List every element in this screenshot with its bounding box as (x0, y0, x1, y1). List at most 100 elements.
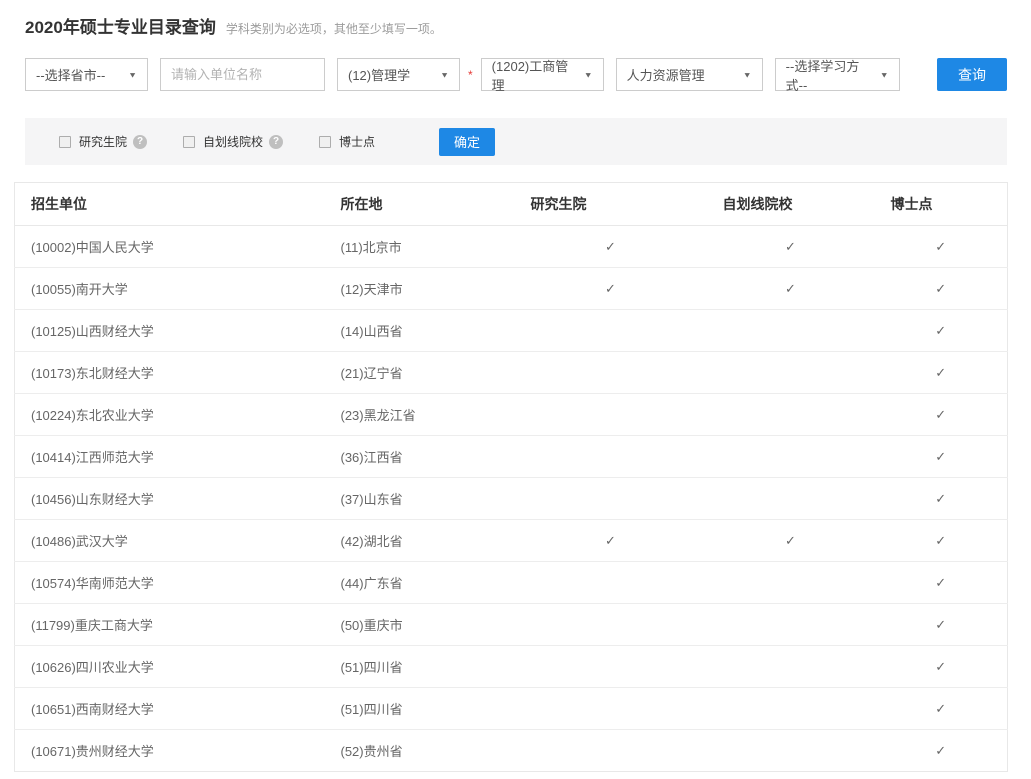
checkbox-doctoral[interactable]: 博士点 (319, 133, 381, 150)
checkbox-self-line[interactable]: 自划线院校 ? (183, 133, 283, 150)
self-line-empty-cell (707, 478, 875, 520)
table-row: (10651)西南财经大学(51)四川省 ✓ (15, 688, 1008, 730)
column-header-location: 所在地 (325, 183, 515, 226)
doctoral-check-icon: ✓ (875, 268, 1008, 310)
graduate-school-check-icon: ✓ (515, 226, 707, 268)
location-cell: (44)广东省 (325, 562, 515, 604)
graduate-school-empty-cell (515, 688, 707, 730)
discipline-select-value: (1202)工商管理 (492, 56, 578, 94)
location-cell: (11)北京市 (325, 226, 515, 268)
search-button[interactable]: 查询 (937, 58, 1007, 91)
unit-cell: (10224)东北农业大学 (15, 394, 325, 436)
checkbox-label: 研究生院 (79, 133, 127, 150)
location-cell: (51)四川省 (325, 646, 515, 688)
graduate-school-check-icon: ✓ (515, 520, 707, 562)
location-cell: (12)天津市 (325, 268, 515, 310)
location-cell: (37)山东省 (325, 478, 515, 520)
table-header-row: 招生单位 所在地 研究生院 自划线院校 博士点 (15, 183, 1008, 226)
unit-name-input[interactable] (160, 58, 325, 91)
major-select-value: 人力资源管理 (627, 65, 705, 84)
location-cell: (52)贵州省 (325, 730, 515, 772)
graduate-school-empty-cell (515, 478, 707, 520)
self-line-empty-cell (707, 604, 875, 646)
doctoral-check-icon: ✓ (875, 394, 1008, 436)
unit-cell: (11799)重庆工商大学 (15, 604, 325, 646)
study-mode-select-value: --选择学习方式-- (786, 56, 874, 94)
discipline-select[interactable]: (1202)工商管理 ▼ (481, 58, 604, 91)
doctoral-check-icon: ✓ (875, 688, 1008, 730)
results-table: 招生单位 所在地 研究生院 自划线院校 博士点 (10002)中国人民大学(11… (14, 182, 1008, 772)
doctoral-check-icon: ✓ (875, 352, 1008, 394)
unit-cell: (10055)南开大学 (15, 268, 325, 310)
table-row: (11799)重庆工商大学(50)重庆市 ✓ (15, 604, 1008, 646)
table-row: (10414)江西师范大学(36)江西省✓ (15, 436, 1008, 478)
category-select[interactable]: (12)管理学 ▼ (337, 58, 460, 91)
self-line-empty-cell (707, 646, 875, 688)
province-select-value: --选择省市-- (36, 65, 105, 84)
column-header-self-line: 自划线院校 (707, 183, 875, 226)
chevron-down-icon: ▼ (584, 70, 593, 79)
table-row: (10125)山西财经大学(14)山西省✓ (15, 310, 1008, 352)
unit-cell: (10486)武汉大学 (15, 520, 325, 562)
checkbox-label: 自划线院校 (203, 133, 263, 150)
location-cell: (36)江西省 (325, 436, 515, 478)
chevron-down-icon: ▼ (440, 70, 449, 79)
required-asterisk: * (468, 68, 473, 82)
self-line-empty-cell (707, 730, 875, 772)
table-row: (10456)山东财经大学(37)山东省 ✓ (15, 478, 1008, 520)
location-cell: (23)黑龙江省 (325, 394, 515, 436)
chevron-down-icon: ▼ (128, 70, 137, 79)
location-cell: (14)山西省 (325, 310, 515, 352)
unit-cell: (10456)山东财经大学 (15, 478, 325, 520)
graduate-school-empty-cell (515, 310, 707, 352)
graduate-school-empty-cell (515, 352, 707, 394)
unit-cell: (10651)西南财经大学 (15, 688, 325, 730)
graduate-school-empty-cell (515, 436, 707, 478)
province-select[interactable]: --选择省市-- ▼ (25, 58, 148, 91)
checkbox-graduate-school[interactable]: 研究生院 ? (59, 133, 147, 150)
doctoral-check-icon: ✓ (875, 562, 1008, 604)
study-mode-select[interactable]: --选择学习方式-- ▼ (775, 58, 900, 91)
checkbox-label: 博士点 (339, 133, 375, 150)
location-cell: (21)辽宁省 (325, 352, 515, 394)
self-line-checkbox[interactable] (183, 136, 195, 148)
column-header-doctoral: 博士点 (875, 183, 1008, 226)
column-header-unit: 招生单位 (15, 183, 325, 226)
self-line-empty-cell (707, 562, 875, 604)
doctoral-checkbox[interactable] (319, 136, 331, 148)
unit-cell: (10671)贵州财经大学 (15, 730, 325, 772)
doctoral-check-icon: ✓ (875, 646, 1008, 688)
chevron-down-icon: ▼ (880, 70, 889, 79)
table-row: (10002)中国人民大学(11)北京市✓✓✓ (15, 226, 1008, 268)
self-line-check-icon: ✓ (707, 268, 875, 310)
graduate-school-empty-cell (515, 730, 707, 772)
doctoral-check-icon: ✓ (875, 226, 1008, 268)
table-row: (10486)武汉大学(42)湖北省✓✓✓ (15, 520, 1008, 562)
table-row: (10574)华南师范大学(44)广东省✓ (15, 562, 1008, 604)
location-cell: (42)湖北省 (325, 520, 515, 562)
table-row: (10055)南开大学(12)天津市✓✓✓ (15, 268, 1008, 310)
unit-cell: (10125)山西财经大学 (15, 310, 325, 352)
graduate-school-empty-cell (515, 646, 707, 688)
location-cell: (50)重庆市 (325, 604, 515, 646)
table-row: (10224)东北农业大学(23)黑龙江省 ✓ (15, 394, 1008, 436)
table-row: (10173)东北财经大学(21)辽宁省 ✓ (15, 352, 1008, 394)
self-line-empty-cell (707, 394, 875, 436)
page-header: 2020年硕士专业目录查询 学科类别为必选项，其他至少填写一项。 (25, 13, 1007, 38)
unit-cell: (10173)东北财经大学 (15, 352, 325, 394)
self-line-empty-cell (707, 436, 875, 478)
graduate-school-empty-cell (515, 604, 707, 646)
self-line-check-icon: ✓ (707, 226, 875, 268)
confirm-button[interactable]: 确定 (439, 128, 495, 156)
major-select[interactable]: 人力资源管理 ▼ (616, 58, 763, 91)
self-line-empty-cell (707, 688, 875, 730)
help-icon[interactable]: ? (133, 135, 147, 149)
graduate-school-checkbox[interactable] (59, 136, 71, 148)
location-cell: (51)四川省 (325, 688, 515, 730)
doctoral-check-icon: ✓ (875, 478, 1008, 520)
self-line-empty-cell (707, 310, 875, 352)
doctoral-check-icon: ✓ (875, 604, 1008, 646)
table-row: (10671)贵州财经大学(52)贵州省✓ (15, 730, 1008, 772)
column-header-graduate-school: 研究生院 (515, 183, 707, 226)
help-icon[interactable]: ? (269, 135, 283, 149)
